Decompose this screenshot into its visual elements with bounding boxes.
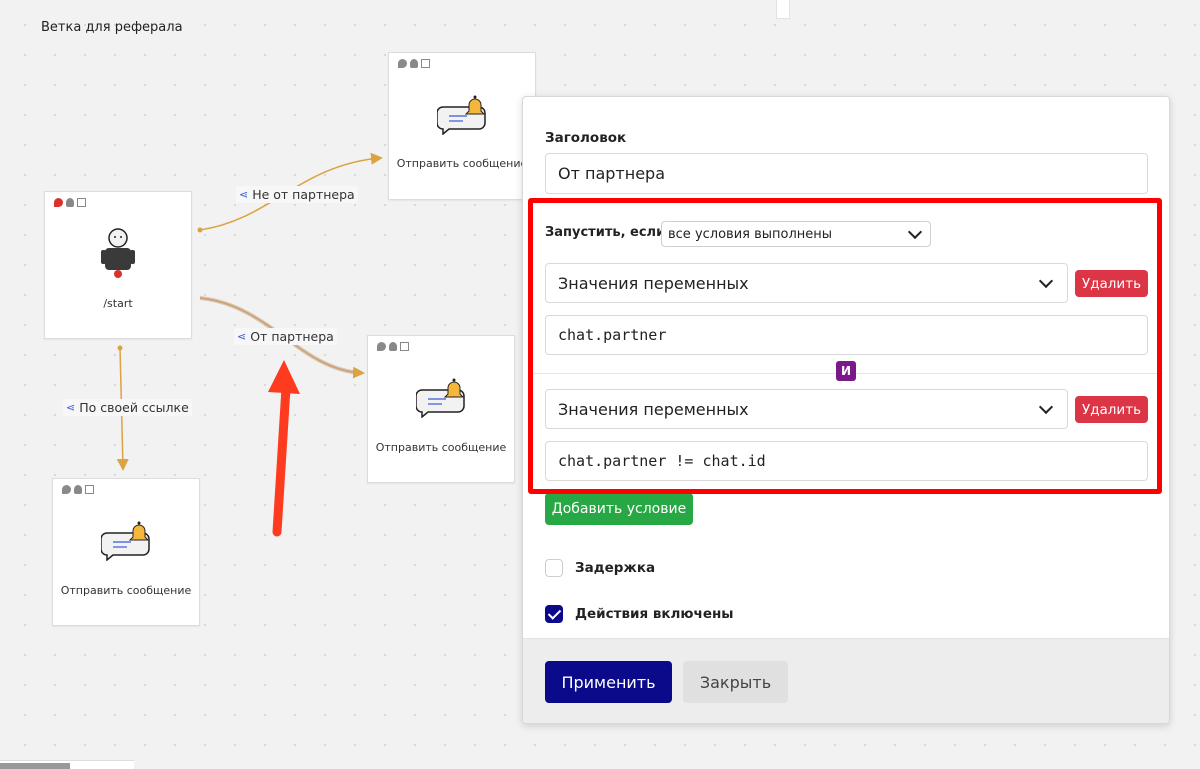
title-input[interactable]: От партнера [545,153,1148,194]
chat-icon [398,59,407,68]
save-icon [400,342,409,351]
condition-type-select[interactable]: Значения переменных [545,263,1068,303]
user-icon [389,342,397,351]
save-icon [77,198,86,207]
actions-enabled-checkbox[interactable] [545,605,563,623]
chat-icon [377,342,386,351]
chat-icon [54,198,63,207]
save-icon [421,59,430,68]
message-bell-icon [101,521,150,561]
node-label: Отправить сообщение [60,584,192,597]
node-label: /start [103,297,133,310]
edge-label-own-link[interactable]: ⋖ По своей ссылке [63,399,192,416]
run-if-label: Запустить, если [545,225,666,240]
message-bell-icon [437,95,486,135]
actions-enabled-label: Действия включены [575,606,734,622]
condition-expression-input[interactable]: chat.partner != chat.id [545,441,1148,481]
chevron-down-icon [1038,273,1054,289]
add-condition-button[interactable]: Добавить условие [545,493,693,525]
user-icon [410,59,418,68]
condition-expression-input[interactable]: chat.partner [545,315,1148,355]
chat-icon [62,485,71,494]
start-node[interactable]: /start [44,191,192,339]
save-icon [85,485,94,494]
edge-settings-modal: Заголовок От партнера Запустить, если вс… [522,96,1170,724]
scrollbar-thumb[interactable] [0,763,70,769]
branch-icon: ⋖ [237,330,247,343]
edge-label-not-partner[interactable]: ⋖ Не от партнера [236,186,358,203]
robot-icon [101,228,135,278]
chevron-down-icon [907,224,923,240]
node-label: Отправить сообщение [375,441,507,454]
apply-button[interactable]: Применить [545,661,672,703]
delay-checkbox[interactable] [545,559,563,577]
node-label: Отправить сообщение [396,157,528,170]
modal-footer: Применить Закрыть [523,638,1169,723]
message-bell-icon [416,378,465,418]
pointer-arrow [272,383,291,537]
title-label: Заголовок [545,130,627,146]
delete-condition-button[interactable]: Удалить [1075,270,1148,297]
and-badge: И [836,361,856,381]
close-button[interactable]: Закрыть [683,661,788,703]
send-message-node[interactable]: Отправить сообщение [367,335,515,483]
run-if-select[interactable]: все условия выполнены [661,221,931,247]
send-message-node[interactable]: Отправить сообщение [388,52,536,200]
delay-label: Задержка [575,560,656,576]
chevron-down-icon [1038,399,1054,415]
edge-label-partner[interactable]: ⋖ От партнера [234,328,337,345]
user-icon [66,198,74,207]
condition-type-select[interactable]: Значения переменных [545,389,1068,429]
delete-condition-button[interactable]: Удалить [1075,396,1148,423]
branch-icon: ⋖ [239,188,249,201]
user-icon [74,485,82,494]
send-message-node[interactable]: Отправить сообщение [52,478,200,626]
branch-icon: ⋖ [66,401,76,414]
